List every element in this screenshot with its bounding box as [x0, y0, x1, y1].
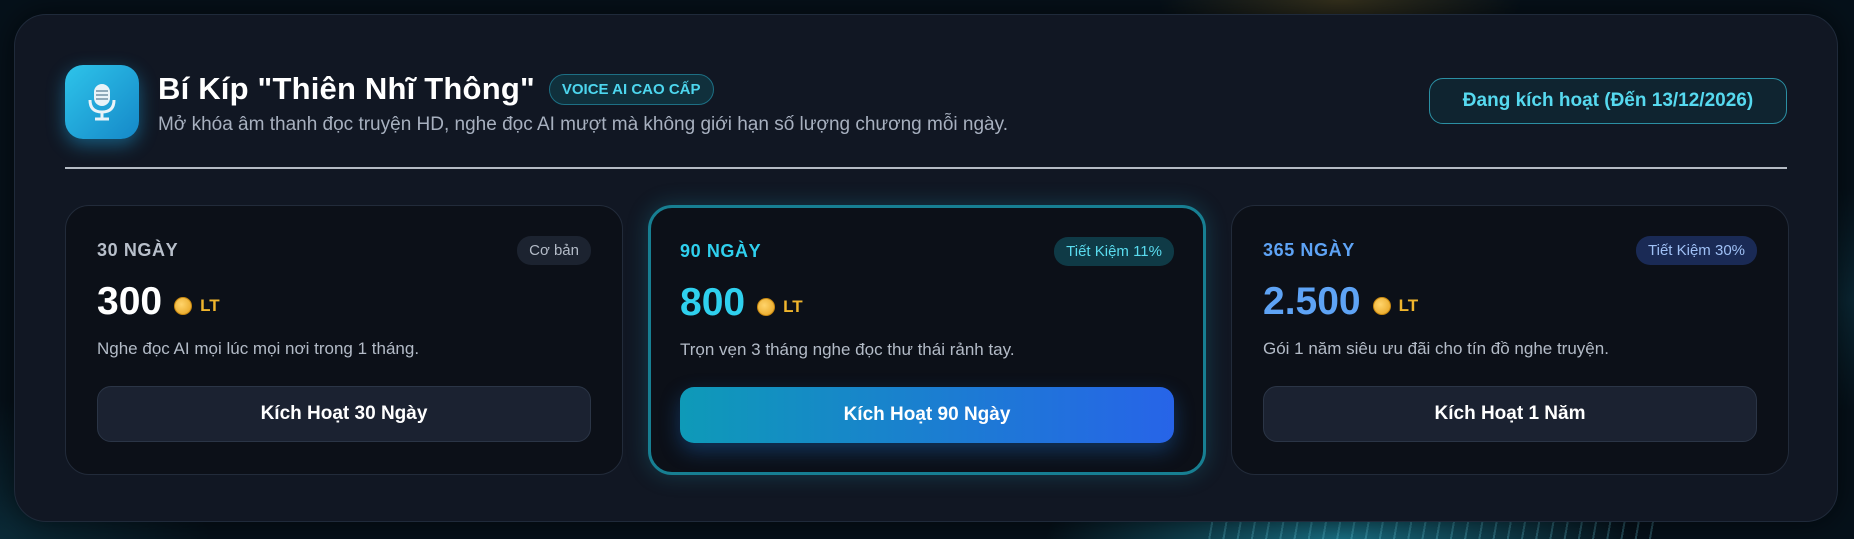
- price-row: 2.500 LT: [1263, 280, 1418, 324]
- plan-list: 30 NGÀY Cơ bản 300 LT Nghe đọc AI mọi lú…: [65, 205, 1789, 475]
- plan-card-90-days: 90 NGÀY Tiết Kiệm 11% 800 LT Trọn vẹn 3 …: [648, 205, 1206, 475]
- plan-duration: 90 NGÀY: [680, 241, 762, 261]
- title-row: Bí Kíp "Thiên Nhĩ Thông" VOICE AI CAO CẤ…: [158, 71, 714, 107]
- price-row: 800 LT: [680, 281, 803, 325]
- plan-tag: Tiết Kiệm 11%: [1054, 237, 1174, 266]
- voice-ai-badge: VOICE AI CAO CẤP: [548, 73, 714, 105]
- currency-label: LT: [783, 297, 803, 316]
- panel-header: Bí Kíp "Thiên Nhĩ Thông" VOICE AI CAO CẤ…: [65, 65, 1787, 145]
- header-divider: [65, 167, 1787, 169]
- activate-1-year-button[interactable]: Kích Hoạt 1 Năm: [1263, 386, 1757, 442]
- plan-price: 800: [680, 281, 746, 324]
- subscription-panel: Bí Kíp "Thiên Nhĩ Thông" VOICE AI CAO CẤ…: [14, 14, 1838, 522]
- plan-card-365-days: 365 NGÀY Tiết Kiệm 30% 2.500 LT Gói 1 nă…: [1231, 205, 1789, 475]
- plan-description: Nghe đọc AI mọi lúc mọi nơi trong 1 thán…: [97, 339, 420, 358]
- activate-30-days-button[interactable]: Kích Hoạt 30 Ngày: [97, 386, 591, 442]
- microphone-icon: [65, 65, 139, 139]
- plan-description: Trọn vẹn 3 tháng nghe đọc thư thái rảnh …: [680, 340, 1015, 359]
- plan-price: 300: [97, 280, 163, 323]
- plan-tag: Tiết Kiệm 30%: [1636, 236, 1757, 265]
- plan-price: 2.500: [1263, 280, 1361, 323]
- plan-tag: Cơ bản: [517, 236, 591, 265]
- plan-duration: 30 NGÀY: [97, 240, 179, 260]
- coin-icon: [174, 297, 193, 315]
- activation-status-badge: Đang kích hoạt (Đến 13/12/2026): [1429, 78, 1787, 124]
- currency-label: LT: [1398, 296, 1419, 315]
- currency-label: LT: [200, 296, 220, 315]
- coin-icon: [757, 298, 776, 316]
- page-subtitle: Mở khóa âm thanh đọc truyện HD, nghe đọc…: [158, 114, 1008, 135]
- plan-description: Gói 1 năm siêu ưu đãi cho tín đồ nghe tr…: [1263, 339, 1609, 358]
- page-title: Bí Kíp "Thiên Nhĩ Thông": [158, 71, 535, 106]
- price-row: 300 LT: [97, 280, 220, 324]
- plan-card-30-days: 30 NGÀY Cơ bản 300 LT Nghe đọc AI mọi lú…: [65, 205, 623, 475]
- plan-duration: 365 NGÀY: [1263, 240, 1355, 260]
- coin-icon: [1372, 297, 1391, 315]
- activate-90-days-button[interactable]: Kích Hoạt 90 Ngày: [680, 387, 1174, 443]
